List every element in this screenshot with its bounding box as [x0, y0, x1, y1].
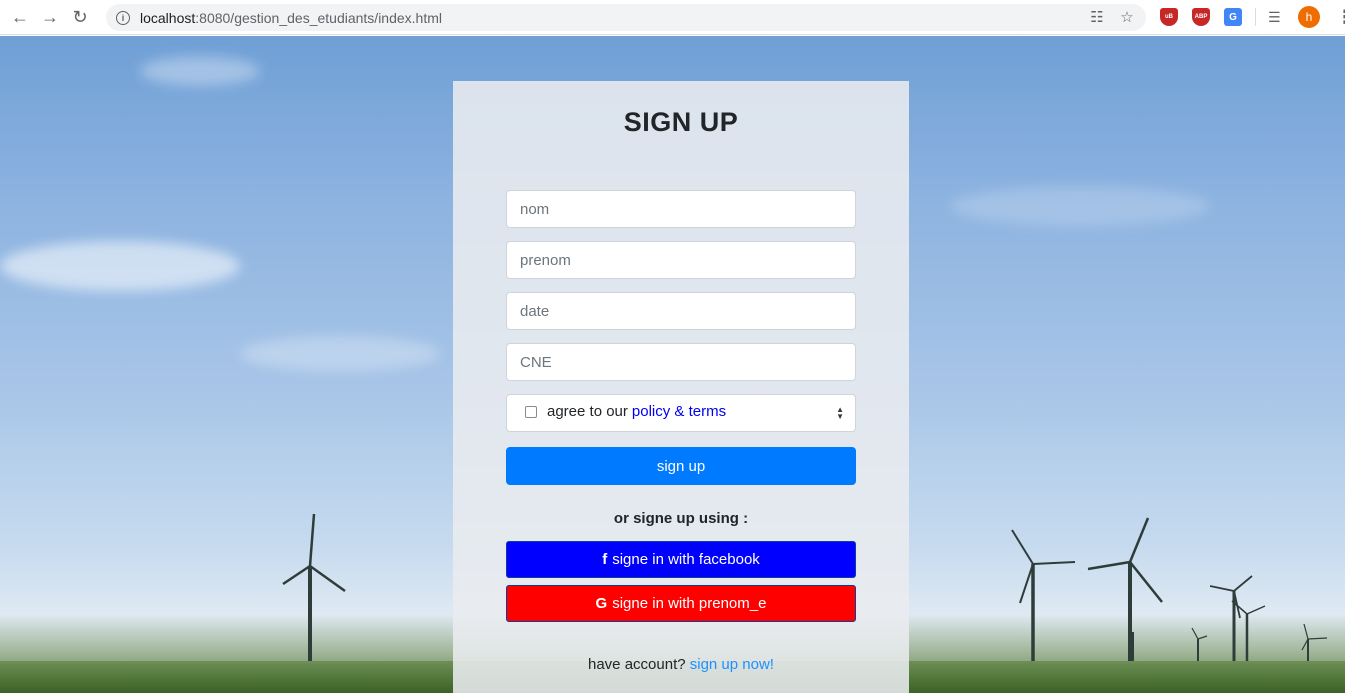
browser-toolbar: ← → ↻ i localhost:8080/gestion_des_etudi…: [0, 0, 1345, 35]
have-account-label: have account?: [588, 656, 686, 673]
menu-kebab-icon[interactable]: ⋮: [1336, 6, 1345, 28]
reload-icon[interactable]: ↻: [65, 2, 95, 32]
back-icon[interactable]: ←: [5, 2, 35, 32]
terms-label: agree to our: [547, 403, 628, 420]
page-title: SIGN UP: [623, 107, 739, 137]
facebook-icon: f: [602, 551, 608, 568]
facebook-signin-button[interactable]: f signe in with facebook: [506, 541, 856, 578]
info-icon[interactable]: i: [116, 10, 130, 25]
bookmark-star-icon[interactable]: ☆: [1118, 8, 1136, 26]
policy-terms-link[interactable]: policy & terms: [632, 403, 726, 420]
extension-adblock-icon[interactable]: ABP: [1192, 6, 1210, 28]
extension-shield-icon[interactable]: uB: [1160, 6, 1178, 28]
sign-up-now-link[interactable]: sign up now!: [690, 656, 774, 673]
have-account-row: have account? sign up now!: [453, 656, 909, 673]
date-input[interactable]: [506, 292, 856, 330]
url-path: :8080/gestion_des_etudiants/index.html: [195, 9, 442, 26]
facebook-signin-label: signe in with facebook: [612, 551, 760, 568]
google-signin-label: signe in with prenom_e: [612, 595, 767, 612]
signup-card: SIGN UP ▲▼ agree to our policy & terms s…: [453, 81, 909, 693]
page-background: SIGN UP ▲▼ agree to our policy & terms s…: [0, 36, 1345, 693]
cne-input[interactable]: [506, 343, 856, 381]
terms-row: agree to our policy & terms: [525, 403, 726, 420]
forward-icon[interactable]: →: [35, 2, 65, 32]
media-control-icon[interactable]: ☰: [1268, 6, 1281, 28]
nom-input[interactable]: [506, 190, 856, 228]
select-arrows-icon: ▲ ▼: [836, 405, 844, 421]
terms-checkbox[interactable]: [525, 405, 537, 418]
google-icon: G: [595, 595, 608, 612]
google-signin-button[interactable]: G signe in with prenom_e: [506, 585, 856, 622]
sign-up-button[interactable]: sign up: [506, 447, 856, 485]
prenom-input[interactable]: [506, 241, 856, 279]
toolbar-separator: [1255, 6, 1256, 28]
or-sign-up-using-label: or signe up using :: [613, 510, 749, 527]
translate-icon[interactable]: ☷: [1088, 8, 1106, 26]
extension-translate-icon[interactable]: G: [1224, 6, 1242, 28]
url-host: localhost: [140, 9, 196, 26]
url-text: localhost:8080/gestion_des_etudiants/ind…: [140, 10, 442, 26]
address-bar[interactable]: i localhost:8080/gestion_des_etudiants/i…: [106, 4, 1146, 31]
profile-avatar[interactable]: h: [1298, 6, 1320, 28]
